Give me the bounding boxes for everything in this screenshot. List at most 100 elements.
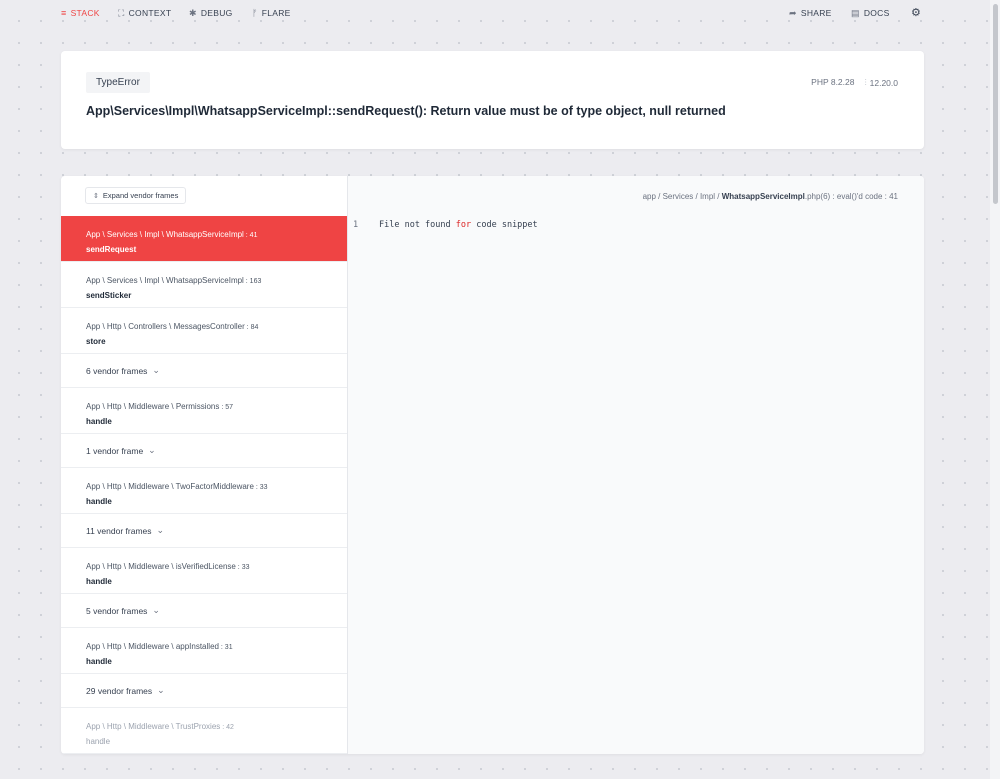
code-text: File not found for code snippet [379, 220, 538, 230]
file-name: WhatsappServiceImpl [721, 192, 805, 201]
code-panel: app / Services / Impl / WhatsappServiceI… [348, 176, 924, 754]
nav-docs[interactable]: ▤ DOCS [851, 8, 890, 18]
nav-share-label: SHARE [800, 8, 832, 18]
frame-method: handle [86, 496, 112, 506]
frame-line-number: : 33 [235, 563, 250, 571]
top-navigation: ≡ STACK ⛶ CONTEXT ✱ DEBUG ᚠ FLARE ➦ SHAR… [0, 0, 990, 26]
frame-method: store [86, 336, 106, 346]
frame-location: App \ Http \ Middleware \ TwoFactorMiddl… [86, 476, 347, 494]
exception-type-badge: TypeError [86, 72, 150, 93]
nav-stack-label: STACK [70, 8, 100, 18]
frame-method: sendRequest [86, 244, 137, 254]
frame-line-number: : 42 [220, 723, 234, 731]
file-path-prefix: app / Services / Impl / [642, 192, 722, 201]
scrollbar-thumb[interactable] [993, 4, 998, 204]
chevron-down-icon: ⌄ [157, 685, 165, 695]
frame-class-path: App \ Http \ Middleware \ appInstalled [86, 641, 219, 651]
stack-frame[interactable]: App \ Http \ Middleware \ TwoFactorMiddl… [61, 468, 347, 514]
frame-method: handle [86, 576, 112, 586]
expand-vendor-frames-label: Expand vendor frames [102, 191, 179, 200]
frame-line-number: : 41 [243, 231, 258, 239]
frame-class-path: App \ Http \ Middleware \ TrustProxies [86, 721, 221, 731]
share-icon: ➦ [789, 7, 797, 18]
file-path-suffix: .php(6) : eval()'d code : 41 [804, 192, 898, 201]
frame-class-path: App \ Services \ Impl \ WhatsappServiceI… [86, 275, 244, 285]
chevron-down-icon: ⌄ [148, 445, 156, 455]
stack-trace-card: ⇕ Expand vendor frames App \ Services \ … [61, 176, 924, 754]
frame-location: App \ Http \ Middleware \ Permissions : … [86, 396, 347, 414]
stack-frame[interactable]: App \ Http \ Controllers \ MessagesContr… [61, 308, 347, 354]
vendor-frames-toggle[interactable]: 5 vendor frames ⌄ [61, 594, 347, 628]
frame-class-path: App \ Http \ Controllers \ MessagesContr… [86, 321, 245, 331]
stack-frame[interactable]: App \ Http \ Middleware \ isVerifiedLice… [61, 548, 347, 594]
file-path[interactable]: app / Services / Impl / WhatsappServiceI… [643, 192, 898, 201]
stack-frame[interactable]: App \ Http \ Middleware \ Permissions : … [61, 388, 347, 434]
page-scrollbar[interactable] [990, 0, 1000, 779]
settings-button[interactable]: ⚙ [911, 8, 921, 19]
bug-icon: ✱ [189, 7, 197, 18]
frame-location: App \ Http \ Middleware \ TrustProxies :… [86, 716, 347, 734]
code-line: 1 File not found for code snippet [353, 220, 538, 230]
frames-list: App \ Services \ Impl \ WhatsappServiceI… [61, 216, 347, 754]
frame-class-path: App \ Http \ Middleware \ isVerifiedLice… [86, 561, 236, 571]
chevron-down-icon: ⌄ [152, 365, 160, 375]
code-keyword: for [455, 220, 472, 230]
frame-method: handle [86, 416, 112, 426]
laravel-version-group: ⫶ 12.20.0 [864, 77, 898, 88]
vendor-frames-toggle[interactable]: 6 vendor frames ⌄ [61, 354, 347, 388]
flare-icon: ᚠ [252, 7, 258, 18]
nav-debug[interactable]: ✱ DEBUG [189, 8, 233, 18]
stack-icon: ≡ [61, 7, 67, 18]
frame-class-path: App \ Http \ Middleware \ TwoFactorMiddl… [86, 481, 254, 491]
chevron-down-icon: ⌄ [156, 525, 165, 535]
php-version: PHP 8.2.28 [811, 77, 855, 87]
expand-icon: ⇕ [93, 192, 99, 200]
vendor-frames-label: 1 vendor frame ⌄ [86, 445, 347, 456]
code-text-before: File not found [379, 220, 456, 230]
frame-line-number: : 163 [243, 277, 262, 285]
gear-icon: ⚙ [911, 7, 922, 19]
expand-vendor-frames-button[interactable]: ⇕ Expand vendor frames [85, 187, 187, 204]
frame-line-number: : 31 [218, 643, 233, 651]
vendor-frames-toggle[interactable]: 1 vendor frame ⌄ [61, 434, 347, 468]
frame-class-path: App \ Http \ Middleware \ Permissions [86, 401, 220, 411]
stack-frame-selected[interactable]: App \ Services \ Impl \ WhatsappServiceI… [61, 216, 347, 262]
frame-class-path: App \ Services \ Impl \ WhatsappServiceI… [86, 229, 244, 239]
frame-location: App \ Http \ Controllers \ MessagesContr… [86, 316, 347, 334]
frame-line-number: : 84 [244, 323, 259, 331]
frame-location: App \ Http \ Middleware \ appInstalled :… [86, 636, 347, 654]
vendor-frames-toggle[interactable]: 11 vendor frames ⌄ [61, 514, 347, 548]
vendor-frames-label: 5 vendor frames ⌄ [86, 605, 347, 616]
nav-debug-label: DEBUG [200, 8, 233, 18]
nav-flare[interactable]: ᚠ FLARE [252, 8, 291, 18]
vendor-frames-label: 6 vendor frames ⌄ [86, 365, 347, 376]
vendor-frames-text: 1 vendor frame [86, 445, 144, 456]
nav-stack[interactable]: ≡ STACK [61, 8, 100, 18]
nav-share[interactable]: ➦ SHARE [789, 8, 832, 18]
code-text-after: code snippet [471, 220, 538, 230]
version-info: PHP 8.2.28 ⫶ 12.20.0 [811, 77, 898, 88]
nav-context[interactable]: ⛶ CONTEXT [118, 8, 171, 18]
stack-frame[interactable]: App \ Services \ Impl \ WhatsappServiceI… [61, 262, 347, 308]
context-icon: ⛶ [118, 7, 125, 18]
vendor-frames-toggle[interactable]: 29 vendor frames ⌄ [61, 674, 347, 708]
vendor-frames-text: 29 vendor frames [86, 685, 153, 696]
vendor-frames-label: 29 vendor frames ⌄ [86, 685, 347, 696]
nav-flare-label: FLARE [261, 8, 291, 18]
vendor-frames-text: 5 vendor frames [86, 605, 148, 616]
vendor-frames-label: 11 vendor frames ⌄ [86, 525, 347, 536]
frame-method: sendSticker [86, 290, 132, 300]
laravel-icon: ⫶ [864, 77, 867, 87]
error-header-card: TypeError PHP 8.2.28 ⫶ 12.20.0 App\Servi… [61, 51, 924, 149]
error-message: App\Services\Impl\WhatsappServiceImpl::s… [86, 104, 726, 118]
stack-frame[interactable]: App \ Http \ Middleware \ appInstalled :… [61, 628, 347, 674]
laravel-version: 12.20.0 [869, 77, 898, 88]
frame-line-number: : 33 [253, 483, 268, 491]
frame-line-number: : 57 [219, 403, 234, 411]
frame-location: App \ Http \ Middleware \ isVerifiedLice… [86, 556, 347, 574]
frames-panel: ⇕ Expand vendor frames App \ Services \ … [61, 176, 348, 754]
line-number: 1 [353, 220, 359, 230]
vendor-frames-text: 6 vendor frames [86, 365, 148, 376]
docs-icon: ▤ [851, 7, 860, 18]
stack-frame[interactable]: App \ Http \ Middleware \ TrustProxies :… [61, 708, 347, 754]
